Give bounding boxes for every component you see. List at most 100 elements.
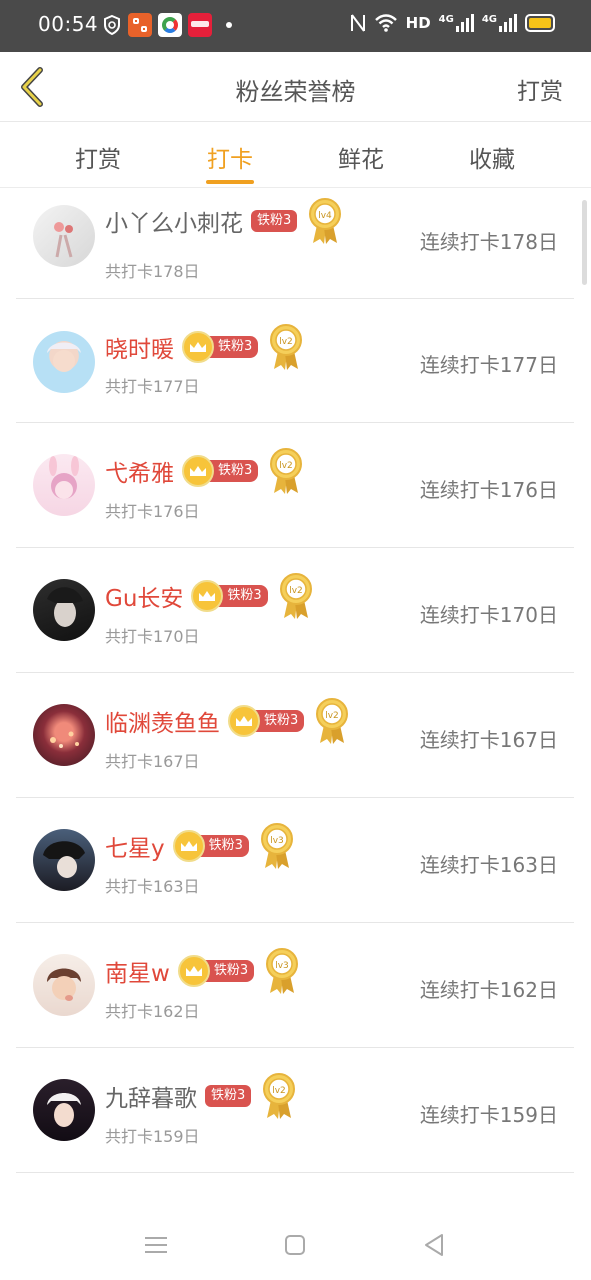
level-medal-icon: lv2 [270, 448, 303, 494]
nfc-icon [350, 14, 365, 32]
avatar[interactable] [33, 331, 95, 393]
total-checkins: 共打卡176日 [105, 502, 200, 521]
svg-text:lv2: lv2 [326, 711, 340, 721]
avatar[interactable] [33, 579, 95, 641]
signal-1: 4G [439, 14, 474, 32]
fan-badge: 铁粉3 [205, 1085, 252, 1107]
streak-days: 连续打卡177日 [419, 353, 558, 377]
total-checkins: 共打卡159日 [105, 1127, 200, 1146]
avatar[interactable] [33, 454, 95, 516]
streak-days: 连续打卡176日 [419, 478, 558, 502]
total-checkins: 共打卡167日 [105, 752, 200, 771]
crown-icon [182, 331, 214, 363]
tab-active-indicator [206, 180, 254, 184]
list-item[interactable]: Gu长安 铁粉3 lv2 共打卡170日 连续打卡170日 [16, 549, 574, 673]
hd-label: HD [405, 14, 431, 32]
svg-text:lv4: lv4 [319, 211, 333, 221]
name-line: 晓时暖 铁粉3 lv2 [105, 324, 304, 370]
user-name[interactable]: 小丫么小刺花 [105, 204, 243, 238]
app-redbook-icon [188, 13, 212, 37]
streak-days: 连续打卡159日 [419, 1103, 558, 1127]
user-name[interactable]: 临渊羡鱼鱼 [105, 704, 220, 738]
tab-reward[interactable]: 打赏 [58, 140, 138, 174]
level-medal-icon: lv4 [309, 198, 342, 244]
fan-badge: 铁粉3 [182, 331, 259, 363]
level-medal-icon: lv2 [263, 1073, 296, 1119]
total-checkins: 共打卡170日 [105, 627, 200, 646]
avatar[interactable] [33, 1079, 95, 1141]
shield-icon [104, 14, 120, 36]
total-checkins: 共打卡178日 [105, 262, 200, 281]
avatar[interactable] [33, 205, 95, 267]
user-name[interactable]: Gu长安 [105, 579, 183, 613]
streak-days: 连续打卡163日 [419, 853, 558, 877]
name-line: 弋希雅 铁粉3 lv2 [105, 448, 304, 494]
back-triangle-icon[interactable] [420, 1230, 450, 1260]
crown-icon [177, 955, 210, 987]
list-item[interactable] [16, 1174, 574, 1208]
total-checkins: 共打卡162日 [105, 1002, 200, 1021]
avatar-image [47, 968, 81, 1001]
tab-flowers[interactable]: 鲜花 [321, 140, 401, 174]
name-line: 南星w 铁粉3 lv3 [105, 948, 300, 994]
name-line: 九辞暮歌 铁粉3 lv2 [105, 1073, 297, 1119]
user-name[interactable]: 南星w [105, 954, 170, 988]
level-medal-icon: lv3 [260, 823, 293, 869]
streak-days: 连续打卡162日 [419, 978, 558, 1002]
avatar-image [47, 342, 81, 372]
tab-checkin[interactable]: 打卡 [190, 140, 270, 174]
fan-badge: 铁粉3 [251, 210, 298, 232]
app-orange-icon [128, 13, 152, 37]
signal-2: 4G [482, 14, 517, 32]
level-medal-icon: lv3 [266, 948, 299, 994]
fan-badge: 铁粉3 [182, 455, 259, 487]
nav-bar: 粉丝荣誉榜 打赏 [0, 52, 591, 122]
reward-button[interactable]: 打赏 [517, 72, 563, 106]
checkin-leaderboard: 小丫么小刺花 铁粉3 lv4 共打卡178日 连续打卡178日 晓时暖 铁粉3 … [0, 188, 591, 1208]
avatar[interactable] [33, 954, 95, 1016]
fan-badge: 铁粉3 [191, 580, 268, 612]
svg-text:lv2: lv2 [273, 1086, 287, 1096]
battery-icon [525, 14, 555, 32]
wifi-icon [374, 14, 397, 32]
avatar-image [47, 1093, 81, 1127]
name-line: 七星y 铁粉3 lv3 [105, 823, 295, 869]
notification-dot [226, 22, 232, 28]
total-checkins: 共打卡177日 [105, 377, 200, 396]
crown-icon [228, 705, 260, 737]
app-photos-icon [158, 13, 182, 37]
streak-days: 连续打卡178日 [419, 230, 558, 254]
avatar-image [49, 456, 79, 499]
list-item[interactable]: 七星y 铁粉3 lv3 共打卡163日 连续打卡163日 [16, 799, 574, 923]
svg-text:lv2: lv2 [280, 337, 294, 347]
svg-text:lv2: lv2 [289, 586, 303, 596]
user-name[interactable]: 九辞暮歌 [105, 1079, 197, 1113]
level-medal-icon: lv2 [316, 698, 349, 744]
status-time: 00:54 [38, 12, 99, 36]
user-name[interactable]: 晓时暖 [105, 330, 174, 364]
fan-badge: 铁粉3 [177, 955, 255, 987]
list-item[interactable]: 小丫么小刺花 铁粉3 lv4 共打卡178日 连续打卡178日 [16, 188, 574, 299]
level-medal-icon: lv2 [279, 573, 312, 619]
home-icon[interactable] [280, 1230, 310, 1260]
crown-icon [182, 455, 214, 487]
page-title: 粉丝荣誉榜 [235, 78, 356, 106]
avatar[interactable] [33, 704, 95, 766]
avatar[interactable] [33, 829, 95, 891]
name-line: Gu长安 铁粉3 lv2 [105, 573, 314, 619]
menu-icon[interactable] [141, 1230, 171, 1260]
crown-icon [172, 830, 205, 862]
system-nav-bar [0, 1208, 591, 1280]
list-item[interactable]: 临渊羡鱼鱼 铁粉3 lv2 共打卡167日 连续打卡167日 [16, 674, 574, 798]
name-line: 临渊羡鱼鱼 铁粉3 lv2 [105, 698, 350, 744]
list-item[interactable]: 南星w 铁粉3 lv3 共打卡162日 连续打卡162日 [16, 924, 574, 1048]
list-item[interactable]: 弋希雅 铁粉3 lv2 共打卡176日 连续打卡176日 [16, 424, 574, 548]
list-item[interactable]: 晓时暖 铁粉3 lv2 共打卡177日 连续打卡177日 [16, 299, 574, 423]
scrollbar[interactable] [582, 200, 587, 285]
list-item[interactable]: 九辞暮歌 铁粉3 lv2 共打卡159日 连续打卡159日 [16, 1049, 574, 1173]
name-line: 小丫么小刺花 铁粉3 lv4 [105, 198, 343, 244]
user-name[interactable]: 弋希雅 [105, 454, 174, 488]
tab-favorites[interactable]: 收藏 [452, 140, 532, 174]
user-name[interactable]: 七星y [105, 829, 165, 863]
streak-days: 连续打卡167日 [419, 728, 558, 752]
